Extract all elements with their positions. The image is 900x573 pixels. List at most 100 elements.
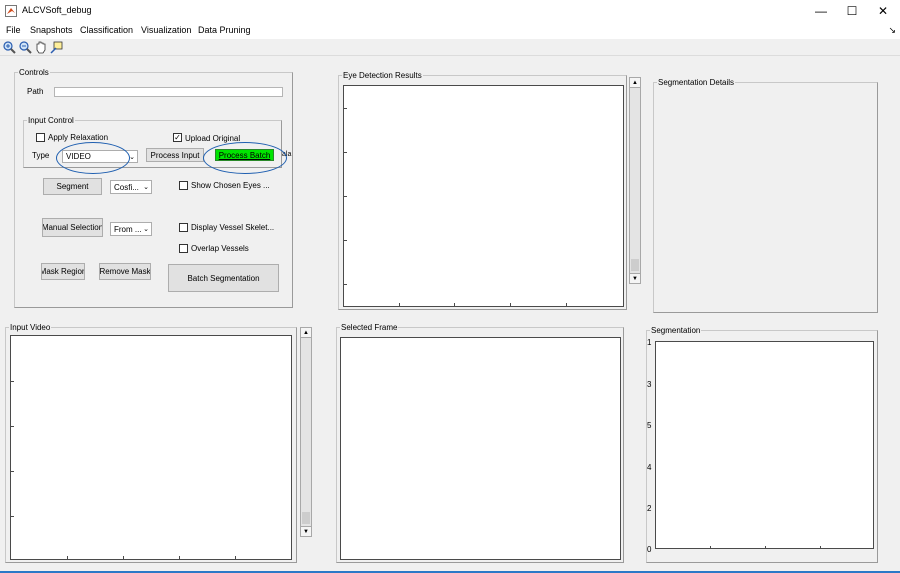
controls-panel-title: Controls <box>18 68 50 78</box>
zoom-in-icon[interactable] <box>2 40 16 54</box>
segment-button[interactable]: Segment <box>43 178 102 195</box>
segment-method-dropdown[interactable]: Cosfi... ⌄ <box>110 180 152 194</box>
display-vessel-checkbox[interactable] <box>179 223 188 232</box>
axis-tick <box>344 240 347 241</box>
manual-selection-label: Manual Selection <box>42 223 103 232</box>
apply-relaxation-checkbox[interactable] <box>36 133 45 142</box>
segmentation-title: Segmentation <box>650 326 702 336</box>
segmentation-details-title: Segmentation Details <box>657 78 736 88</box>
overlap-vessels-label: Overlap Vessels <box>191 244 249 253</box>
menu-overflow-icon[interactable]: ↘ <box>888 25 896 36</box>
process-input-button[interactable]: Process Input <box>146 148 204 162</box>
checkmark-icon: ✓ <box>174 132 181 142</box>
axis-tick <box>11 426 14 427</box>
segmentation-axes[interactable] <box>655 341 874 549</box>
data-cursor-icon[interactable] <box>50 40 64 54</box>
axis-tick <box>765 546 766 549</box>
upload-original-checkbox[interactable]: ✓ <box>173 133 182 142</box>
axis-tick <box>11 381 14 382</box>
remove-mask-button[interactable]: Remove Mask <box>99 263 151 280</box>
display-vessel-label: Display Vessel Skelet... <box>191 223 275 232</box>
upload-original-label: Upload Original <box>185 134 241 143</box>
menu-data-pruning[interactable]: Data Pruning <box>198 25 251 35</box>
selected-frame-title: Selected Frame <box>340 323 399 333</box>
from-dropdown[interactable]: From ... ⌄ <box>110 222 152 236</box>
axis-tick <box>510 303 511 306</box>
y-tick-label: 2 <box>647 504 652 513</box>
type-label: Type <box>32 151 50 160</box>
axis-tick <box>11 516 14 517</box>
overlap-vessels-checkbox[interactable] <box>179 244 188 253</box>
batch-segmentation-button[interactable]: Batch Segmentation <box>168 264 279 292</box>
axis-tick <box>399 303 400 306</box>
chevron-down-icon: ⌄ <box>129 154 135 161</box>
pan-hand-icon[interactable] <box>34 40 48 54</box>
input-video-axes[interactable] <box>10 335 292 560</box>
axis-tick <box>344 108 347 109</box>
close-icon: ✕ <box>877 4 889 18</box>
show-chosen-eyes-label: Show Chosen Eyes ... <box>191 181 270 190</box>
axis-tick <box>235 556 236 559</box>
from-dropdown-value: From ... <box>114 224 142 234</box>
mask-region-label: Mask Region <box>41 267 85 276</box>
apply-relaxation-label: Apply Relaxation <box>48 133 109 142</box>
zoom-out-icon[interactable] <box>18 40 32 54</box>
axis-tick <box>566 303 567 306</box>
y-tick-label: 5 <box>647 421 652 430</box>
y-tick-label: 1 <box>647 338 652 347</box>
eye-detection-title: Eye Detection Results <box>342 71 423 81</box>
remove-mask-label: Remove Mask <box>99 267 151 276</box>
segment-method-value: Cosfi... <box>114 182 139 192</box>
scroll-thumb[interactable] <box>302 512 310 524</box>
axis-tick <box>179 556 180 559</box>
axis-tick <box>344 284 347 285</box>
input-video-title: Input Video <box>9 323 52 333</box>
chevron-down-icon: ⌄ <box>143 226 149 233</box>
eye-detection-axes[interactable] <box>343 85 624 307</box>
scroll-up-icon[interactable]: ▲ <box>300 327 312 338</box>
menu-file[interactable]: File <box>6 25 21 35</box>
y-tick-label: 0 <box>647 545 652 554</box>
scroll-up-icon[interactable]: ▲ <box>629 77 641 88</box>
show-chosen-eyes-checkbox[interactable] <box>179 181 188 190</box>
process-input-label: Process Input <box>150 150 200 160</box>
manual-selection-button[interactable]: Manual Selection <box>42 218 103 237</box>
eye-detection-scrollbar[interactable]: ▲ ▼ <box>629 77 641 284</box>
axis-tick <box>710 546 711 549</box>
scroll-thumb[interactable] <box>631 259 639 271</box>
mask-region-button[interactable]: Mask Region <box>41 263 85 280</box>
minimize-icon: — <box>815 4 827 18</box>
highlight-ellipse-type <box>56 142 130 174</box>
title-bar: ALCVSoft_debug — ☐ ✕ <box>0 0 900 22</box>
scroll-down-icon[interactable]: ▼ <box>300 526 312 537</box>
close-button[interactable]: ✕ <box>867 0 899 22</box>
axis-tick <box>344 196 347 197</box>
matlab-app-icon <box>5 5 17 17</box>
maximize-button[interactable]: ☐ <box>836 0 868 22</box>
selected-frame-axes[interactable] <box>340 337 621 560</box>
axis-tick <box>67 556 68 559</box>
y-tick-label: 4 <box>647 463 652 472</box>
highlight-ellipse-batch <box>203 142 287 174</box>
batch-segmentation-label: Batch Segmentation <box>187 273 260 283</box>
axis-tick <box>123 556 124 559</box>
menu-snapshots[interactable]: Snapshots <box>30 25 73 35</box>
path-label: Path <box>27 87 44 96</box>
scroll-down-icon[interactable]: ▼ <box>629 273 641 284</box>
menu-visualization[interactable]: Visualization <box>141 25 191 35</box>
menu-classification[interactable]: Classification <box>80 25 133 35</box>
input-control-title: Input Control <box>27 116 75 126</box>
segment-label: Segment <box>56 182 89 191</box>
menu-bar: File Snapshots Classification Visualizat… <box>0 22 900 39</box>
y-tick-label: 3 <box>647 380 652 389</box>
toolbar <box>0 39 900 56</box>
path-input[interactable] <box>54 87 283 97</box>
minimize-button[interactable]: — <box>805 0 837 22</box>
input-video-scrollbar[interactable]: ▲ ▼ <box>300 327 312 537</box>
segmentation-details-panel <box>653 82 878 313</box>
chevron-down-icon: ⌄ <box>143 184 149 191</box>
axis-tick <box>820 546 821 549</box>
maximize-icon: ☐ <box>846 4 858 18</box>
axis-tick <box>344 152 347 153</box>
axis-tick <box>454 303 455 306</box>
